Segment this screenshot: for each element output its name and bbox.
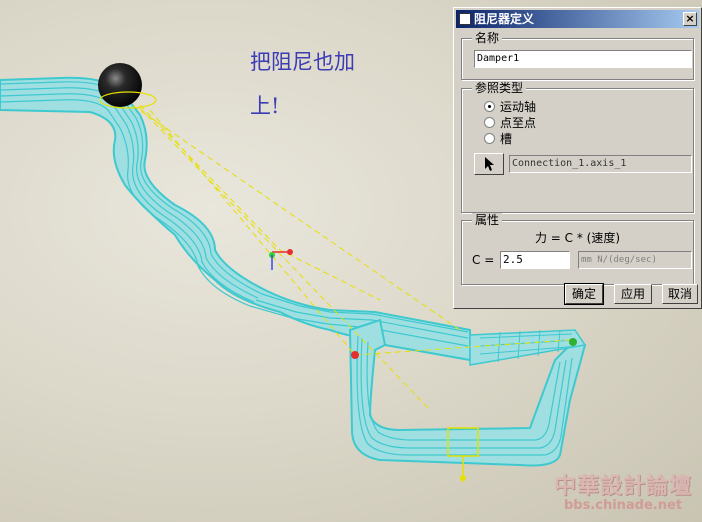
watermark-url: bbs.chinade.net xyxy=(563,498,683,513)
track-body xyxy=(0,76,471,362)
radio-label-slot: 槽 xyxy=(500,132,513,146)
track-edges xyxy=(0,81,469,347)
close-button[interactable]: × xyxy=(683,12,697,26)
radio-label-motion-axis: 运动轴 xyxy=(500,100,537,114)
arrow-pointer-icon xyxy=(485,157,494,171)
radio-button-point-to-point[interactable] xyxy=(484,117,495,128)
radio-button-slot[interactable] xyxy=(484,133,495,144)
radio-point-to-point[interactable]: 点至点 xyxy=(484,116,536,130)
reference-field: Connection_1.axis_1 xyxy=(509,155,692,173)
radio-button-motion-axis[interactable] xyxy=(484,101,495,112)
reference-type-group: 参照类型 运动轴 点至点 槽 Connection_1.axis_1 xyxy=(461,81,694,213)
c-value-input[interactable]: 2.5 xyxy=(500,251,570,269)
unit-field: mm N/(deg/sec) xyxy=(578,251,692,269)
radio-motion-axis[interactable]: 运动轴 xyxy=(484,100,536,114)
apply-button[interactable]: 应用 xyxy=(614,284,652,304)
select-reference-button[interactable] xyxy=(474,153,504,175)
watermark: 中華設計論壇 bbs.chinade.net xyxy=(548,468,698,513)
close-icon: × xyxy=(685,12,695,25)
damping-formula: 力 = C * (速度) xyxy=(534,231,621,245)
properties-legend: 属性 xyxy=(472,213,503,227)
ok-button[interactable]: 确定 xyxy=(564,283,604,305)
name-group-legend: 名称 xyxy=(472,31,503,45)
annotation-text-line2: 上! xyxy=(250,94,280,118)
properties-group: 属性 力 = C * (速度) C = 2.5 mm N/(deg/sec) xyxy=(461,213,694,285)
dialog-titlebar[interactable]: 阻尼器定义 × xyxy=(456,10,699,28)
annotation-text-line1: 把阻尼也加 xyxy=(250,50,355,74)
dialog-app-icon xyxy=(459,13,471,25)
c-label: C = xyxy=(472,253,495,267)
name-group: 名称 Damper1 xyxy=(461,31,694,80)
ball xyxy=(98,63,142,107)
radio-label-point-to-point: 点至点 xyxy=(500,116,537,130)
damper-definition-dialog: 阻尼器定义 × 名称 Damper1 参照类型 运动轴 点至点 槽 Connec… xyxy=(453,7,702,309)
name-input[interactable]: Damper1 xyxy=(474,50,692,68)
reference-type-legend: 参照类型 xyxy=(472,81,527,95)
cancel-button[interactable]: 取消 xyxy=(662,284,698,304)
radio-slot[interactable]: 槽 xyxy=(484,132,512,146)
watermark-title: 中華設計論壇 xyxy=(553,473,692,499)
dialog-title: 阻尼器定义 xyxy=(474,12,535,26)
